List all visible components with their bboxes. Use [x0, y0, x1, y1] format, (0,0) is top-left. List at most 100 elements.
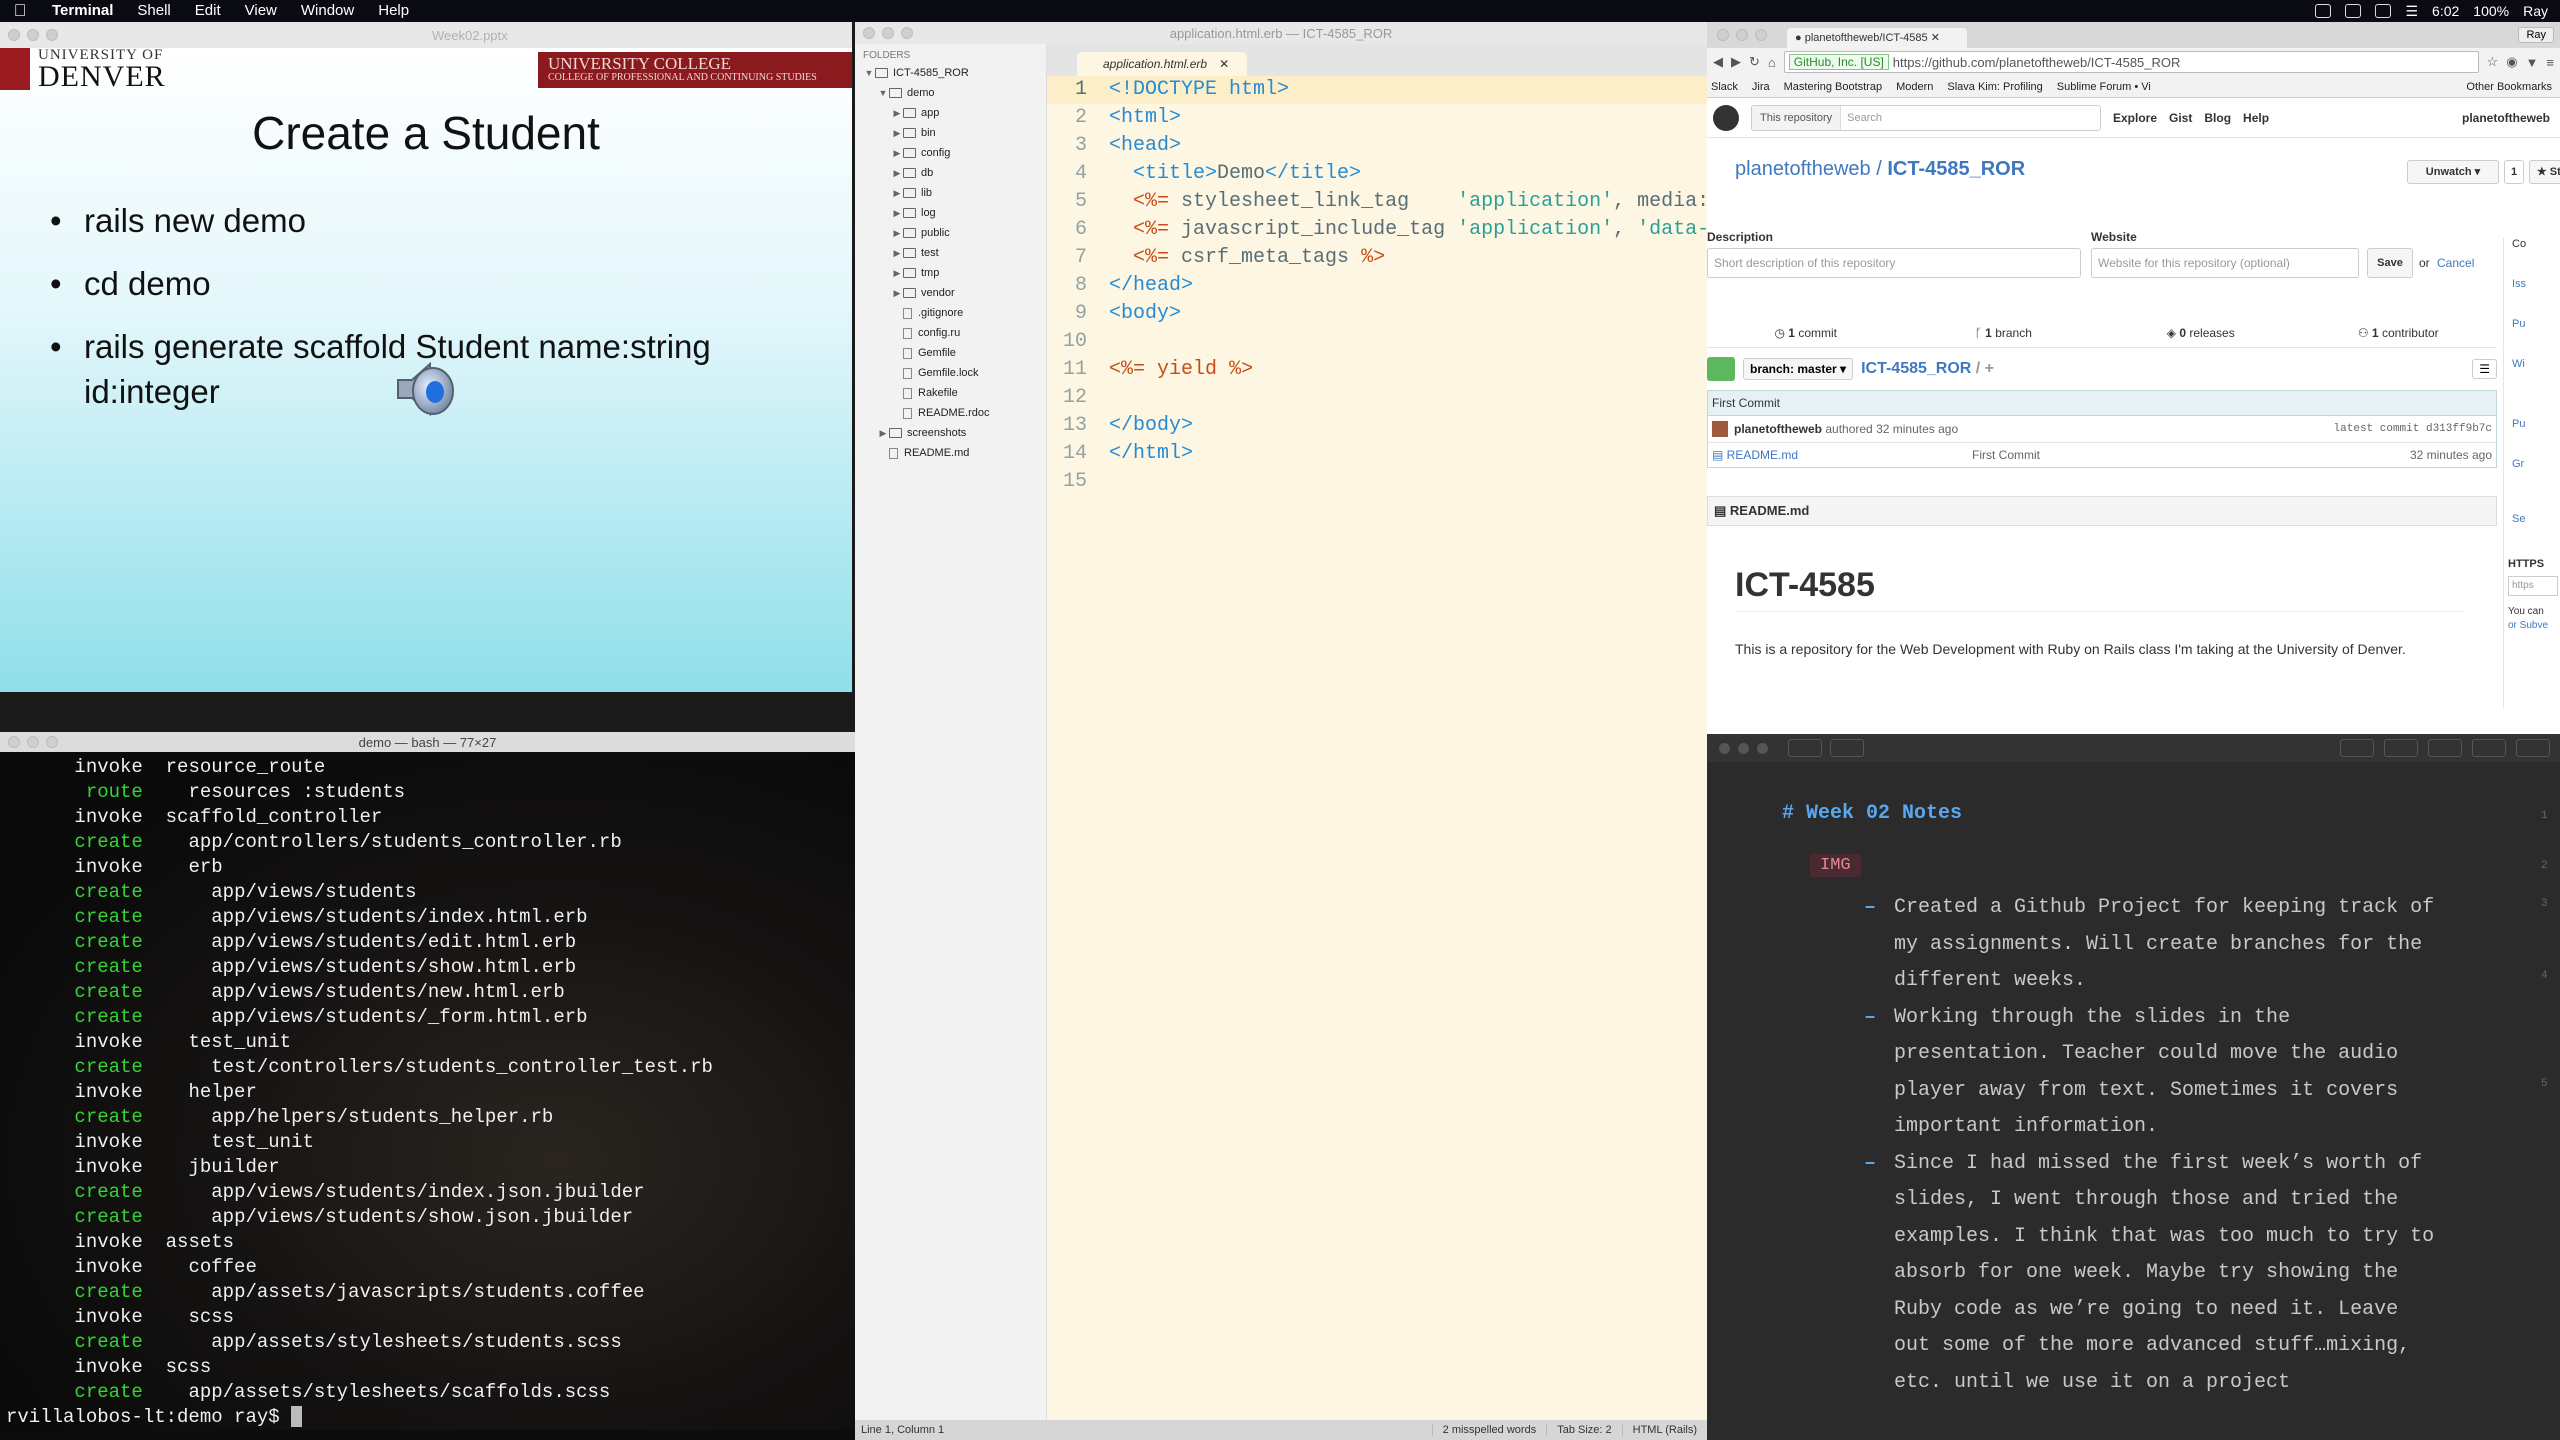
extension-icon[interactable]: ◉: [2506, 54, 2517, 70]
disclosure-closed-icon[interactable]: ▶: [891, 143, 903, 163]
nav-blog[interactable]: Blog: [2204, 111, 2231, 125]
close-button[interactable]: [8, 29, 20, 41]
commit-message[interactable]: First Commit: [1708, 391, 2496, 416]
repo-owner-link[interactable]: planetoftheweb: [1735, 158, 1871, 180]
zoom-button[interactable]: [1757, 742, 1768, 754]
nav-gist[interactable]: Gist: [2169, 111, 2192, 125]
close-button[interactable]: [1719, 742, 1730, 754]
stat-branches[interactable]: ᚴ 1 branch: [1905, 320, 2103, 347]
disclosure-open-icon[interactable]: ▼: [877, 83, 889, 103]
bookmark-modern[interactable]: Modern: [1896, 81, 1933, 93]
list-view-icon[interactable]: ☰: [2472, 359, 2497, 379]
cancel-link[interactable]: Cancel: [2437, 256, 2474, 270]
tree-file[interactable]: README.rdoc: [855, 403, 1046, 423]
github-search[interactable]: This repository Search: [1751, 104, 2101, 131]
commit-author[interactable]: planetoftheweb: [1734, 422, 1822, 436]
code-line[interactable]: [1101, 468, 1707, 496]
cloud-icon[interactable]: [2384, 739, 2418, 757]
github-username[interactable]: planetoftheweb: [2462, 111, 2560, 125]
code-line[interactable]: <%= yield %>: [1101, 356, 1707, 384]
bookmark-sublime-forum[interactable]: Sublime Forum • Vi: [2057, 81, 2151, 93]
font-icon[interactable]: [2472, 739, 2506, 757]
other-bookmarks[interactable]: Other Bookmarks: [2466, 81, 2560, 93]
tree-folder[interactable]: ▶ test: [855, 243, 1046, 263]
profile-button[interactable]: Ray: [2518, 27, 2554, 43]
user-name[interactable]: Ray: [2523, 3, 2548, 19]
compose-icon[interactable]: [1830, 739, 1864, 757]
tree-folder[interactable]: ▶ app: [855, 103, 1046, 123]
code-line[interactable]: </html>: [1101, 440, 1707, 468]
tree-folder[interactable]: ▶ tmp: [855, 263, 1046, 283]
tree-folder[interactable]: ▼ demo: [855, 83, 1046, 103]
disclosure-closed-icon[interactable]: ▶: [877, 423, 889, 443]
close-tab-icon[interactable]: ✕: [1219, 57, 1229, 71]
nav-help[interactable]: Help: [2243, 111, 2269, 125]
link-icon[interactable]: [2516, 739, 2550, 757]
tab-size[interactable]: Tab Size: 2: [1546, 1424, 1621, 1436]
back-icon[interactable]: ◀: [1713, 54, 1723, 70]
tree-folder[interactable]: ▼ ICT-4585_ROR: [855, 63, 1046, 83]
ev-certificate-badge[interactable]: GitHub, Inc. [US]: [1788, 54, 1889, 70]
repo-path[interactable]: ICT-4585_ROR / +: [1861, 360, 1994, 378]
bookmark-slack[interactable]: Slack: [1711, 81, 1738, 93]
issues-tab[interactable]: Iss: [2512, 278, 2526, 290]
tree-file[interactable]: config.ru: [855, 323, 1046, 343]
spelling-status[interactable]: 2 misspelled words: [1431, 1424, 1547, 1436]
tree-file[interactable]: Gemfile: [855, 343, 1046, 363]
menu-view[interactable]: View: [233, 0, 289, 22]
status-icon[interactable]: [2345, 4, 2362, 18]
tree-folder[interactable]: ▶ screenshots: [855, 423, 1046, 443]
zoom-button[interactable]: [46, 29, 58, 41]
pulse-tab[interactable]: Pu: [2512, 418, 2525, 430]
compare-button[interactable]: [1707, 357, 1735, 381]
url-text[interactable]: https://github.com/planetoftheweb/ICT-45…: [1893, 55, 2181, 70]
wiki-tab[interactable]: Wi: [2512, 358, 2525, 370]
bookmark-jira[interactable]: Jira: [1752, 81, 1770, 93]
bookmark-mastering-bootstrap[interactable]: Mastering Bootstrap: [1784, 81, 1882, 93]
battery-percent[interactable]: 100%: [2473, 3, 2509, 19]
apple-icon[interactable]: : [0, 1, 40, 21]
menu-shell[interactable]: Shell: [125, 0, 182, 22]
github-octocat-icon[interactable]: [1713, 104, 1739, 131]
code-line[interactable]: <%= stylesheet_link_tag 'application', m…: [1101, 188, 1707, 216]
tree-folder[interactable]: ▶ vendor: [855, 283, 1046, 303]
code-line[interactable]: </body>: [1101, 412, 1707, 440]
author-avatar[interactable]: [1712, 421, 1728, 437]
stat-commits[interactable]: ◷ 1 commit: [1707, 320, 1905, 347]
commit-sha[interactable]: d313ff9b7c: [2426, 423, 2492, 435]
terminal-output[interactable]: invoke resource_route route resources :s…: [0, 752, 855, 1430]
disclosure-closed-icon[interactable]: ▶: [891, 103, 903, 123]
branch-selector[interactable]: branch: master ▾: [1743, 358, 1854, 380]
watch-count[interactable]: 1: [2504, 160, 2524, 184]
disclosure-closed-icon[interactable]: ▶: [891, 183, 903, 203]
tree-folder[interactable]: ▶ log: [855, 203, 1046, 223]
menu-icon[interactable]: ≡: [2546, 55, 2554, 70]
editor-titlebar[interactable]: application.html.erb — ICT-4585_ROR: [855, 22, 1707, 44]
graphs-tab[interactable]: Gr: [2512, 458, 2524, 470]
disclosure-closed-icon[interactable]: ▶: [891, 123, 903, 143]
stat-releases[interactable]: ◈ 0 releases: [2102, 320, 2300, 347]
share-icon[interactable]: [2340, 739, 2374, 757]
menu-app-name[interactable]: Terminal: [40, 0, 125, 22]
disclosure-open-icon[interactable]: ▼: [863, 63, 875, 83]
star-button[interactable]: ★ Star: [2529, 160, 2560, 184]
forward-icon[interactable]: ▶: [1731, 54, 1741, 70]
syntax-mode[interactable]: HTML (Rails): [1621, 1424, 1707, 1436]
file-commit-message[interactable]: First Commit: [1972, 448, 2040, 462]
terminal-titlebar[interactable]: demo — bash — 77×27: [0, 732, 855, 752]
code-line[interactable]: <!DOCTYPE html>: [1101, 76, 1707, 104]
code-tab[interactable]: Co: [2512, 238, 2526, 250]
zoom-button[interactable]: [1755, 29, 1767, 41]
tree-file[interactable]: .gitignore: [855, 303, 1046, 323]
status-icon[interactable]: [2375, 4, 2392, 18]
minimize-button[interactable]: [1736, 29, 1748, 41]
minimize-button[interactable]: [27, 29, 39, 41]
address-bar[interactable]: GitHub, Inc. [US] https://github.com/pla…: [1783, 51, 2479, 73]
code-editor[interactable]: <!DOCTYPE html> <html> <head> <title>Demo<…: [1101, 76, 1707, 1420]
tab-application-html-erb[interactable]: application.html.erb ✕: [1077, 52, 1247, 76]
disclosure-closed-icon[interactable]: ▶: [891, 283, 903, 303]
code-line[interactable]: <head>: [1101, 132, 1707, 160]
presentation-titlebar[interactable]: Week02.pptx: [0, 22, 852, 48]
tree-folder[interactable]: ▶ bin: [855, 123, 1046, 143]
pull-requests-tab[interactable]: Pu: [2512, 318, 2525, 330]
